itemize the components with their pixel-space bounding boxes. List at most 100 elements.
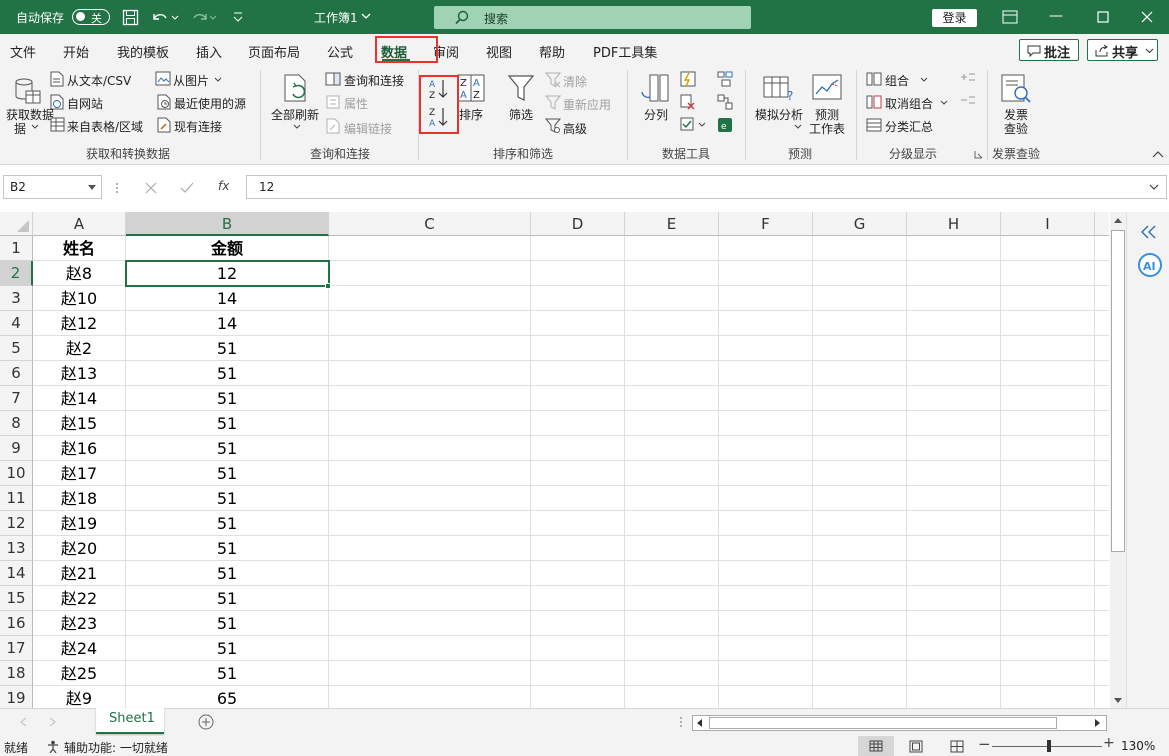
empty-cell[interactable]: [1095, 686, 1109, 708]
empty-cell[interactable]: [1095, 411, 1109, 436]
empty-cell[interactable]: [1095, 661, 1109, 686]
empty-cell[interactable]: [1095, 311, 1109, 336]
empty-cell[interactable]: [1095, 436, 1109, 461]
collapse-pane-icon[interactable]: [1140, 225, 1158, 239]
empty-cell[interactable]: [1001, 411, 1095, 436]
empty-cell[interactable]: [907, 561, 1001, 586]
refresh-chevron-icon[interactable]: [293, 124, 301, 130]
empty-cell[interactable]: [1095, 636, 1109, 661]
empty-cell[interactable]: [907, 586, 1001, 611]
empty-cell[interactable]: [719, 511, 813, 536]
column-header-h[interactable]: H: [907, 212, 1001, 236]
relationships-icon[interactable]: [717, 94, 733, 110]
share-button[interactable]: 共享: [1087, 39, 1158, 61]
empty-cell[interactable]: [625, 386, 719, 411]
empty-cell[interactable]: [625, 311, 719, 336]
empty-cell[interactable]: [813, 636, 907, 661]
cell-name[interactable]: 赵24: [33, 636, 126, 661]
empty-cell[interactable]: [329, 461, 531, 486]
remove-duplicates-icon[interactable]: [680, 94, 696, 110]
worksheet-grid[interactable]: A B C D E F G H I 1 姓名 金额 2 赵8 12 3 赵10 14 4 赵12 14…: [0, 212, 1109, 708]
empty-cell[interactable]: [531, 361, 625, 386]
cell-name[interactable]: 赵22: [33, 586, 126, 611]
row-header[interactable]: 3: [0, 286, 33, 311]
row-header[interactable]: 1: [0, 236, 33, 261]
empty-cell[interactable]: [329, 536, 531, 561]
cell-name[interactable]: 赵23: [33, 611, 126, 636]
empty-cell[interactable]: [1095, 361, 1109, 386]
empty-cell[interactable]: [329, 286, 531, 311]
empty-cell[interactable]: [719, 686, 813, 708]
row-header[interactable]: 6: [0, 361, 33, 386]
cell-amount[interactable]: 51: [126, 661, 329, 686]
row-header[interactable]: 17: [0, 636, 33, 661]
empty-cell[interactable]: [625, 686, 719, 708]
empty-cell[interactable]: [813, 261, 907, 286]
empty-cell[interactable]: [531, 461, 625, 486]
insert-function-icon[interactable]: fx: [218, 179, 229, 193]
empty-cell[interactable]: [719, 261, 813, 286]
prev-sheet-icon[interactable]: [20, 718, 28, 726]
from-picture-chevron-icon[interactable]: [214, 77, 222, 83]
tab-page-layout[interactable]: 页面布局: [248, 42, 300, 61]
zoom-out-icon[interactable]: −: [978, 735, 991, 753]
horizontal-scroll-thumb[interactable]: [709, 717, 1057, 729]
empty-cell[interactable]: [719, 236, 813, 261]
empty-cell[interactable]: [719, 361, 813, 386]
empty-cell[interactable]: [329, 386, 531, 411]
empty-cell[interactable]: [329, 311, 531, 336]
empty-cell[interactable]: [1095, 586, 1109, 611]
empty-cell[interactable]: [531, 411, 625, 436]
empty-cell[interactable]: [1001, 686, 1095, 708]
empty-cell[interactable]: [1095, 561, 1109, 586]
subtotal-button[interactable]: 分类汇总: [885, 118, 933, 135]
empty-cell[interactable]: [1001, 636, 1095, 661]
sort-button[interactable]: 排序: [459, 106, 483, 123]
empty-cell[interactable]: [625, 611, 719, 636]
cell-name[interactable]: 赵2: [33, 336, 126, 361]
vertical-scrollbar[interactable]: [1110, 212, 1126, 708]
empty-cell[interactable]: [813, 311, 907, 336]
scroll-down-icon[interactable]: [1114, 698, 1122, 704]
empty-cell[interactable]: [531, 311, 625, 336]
empty-cell[interactable]: [1001, 611, 1095, 636]
empty-cell[interactable]: [813, 511, 907, 536]
empty-cell[interactable]: [907, 261, 1001, 286]
next-sheet-icon[interactable]: [48, 718, 56, 726]
empty-cell[interactable]: [531, 586, 625, 611]
empty-cell[interactable]: [531, 661, 625, 686]
autosave-toggle[interactable]: 关: [72, 9, 110, 25]
cell-amount[interactable]: 51: [126, 411, 329, 436]
what-if-chevron-icon[interactable]: [794, 124, 802, 130]
empty-cell[interactable]: [1095, 536, 1109, 561]
empty-cell[interactable]: [625, 261, 719, 286]
show-detail-icon[interactable]: [960, 71, 976, 83]
cell-amount[interactable]: 51: [126, 461, 329, 486]
save-icon[interactable]: [122, 9, 139, 26]
empty-cell[interactable]: [625, 286, 719, 311]
row-header[interactable]: 10: [0, 461, 33, 486]
empty-cell[interactable]: [531, 436, 625, 461]
active-cell[interactable]: 12: [126, 261, 329, 286]
cell-name[interactable]: 赵19: [33, 511, 126, 536]
empty-cell[interactable]: [1095, 511, 1109, 536]
cell-name[interactable]: 赵17: [33, 461, 126, 486]
cell-amount[interactable]: 51: [126, 386, 329, 411]
ribbon-display-options-icon[interactable]: [1002, 10, 1018, 24]
existing-connections-button[interactable]: 现有连接: [174, 118, 222, 135]
empty-cell[interactable]: [329, 261, 531, 286]
row-header[interactable]: 14: [0, 561, 33, 586]
cell-name[interactable]: 赵25: [33, 661, 126, 686]
empty-cell[interactable]: [329, 636, 531, 661]
empty-cell[interactable]: [719, 586, 813, 611]
cell-amount[interactable]: 51: [126, 561, 329, 586]
empty-cell[interactable]: [329, 686, 531, 708]
empty-cell[interactable]: [625, 536, 719, 561]
column-header-a[interactable]: A: [33, 212, 126, 236]
cell-amount[interactable]: 51: [126, 486, 329, 511]
row-header[interactable]: 15: [0, 586, 33, 611]
empty-cell[interactable]: [907, 311, 1001, 336]
empty-cell[interactable]: [719, 636, 813, 661]
empty-cell[interactable]: [531, 386, 625, 411]
empty-cell[interactable]: [813, 386, 907, 411]
